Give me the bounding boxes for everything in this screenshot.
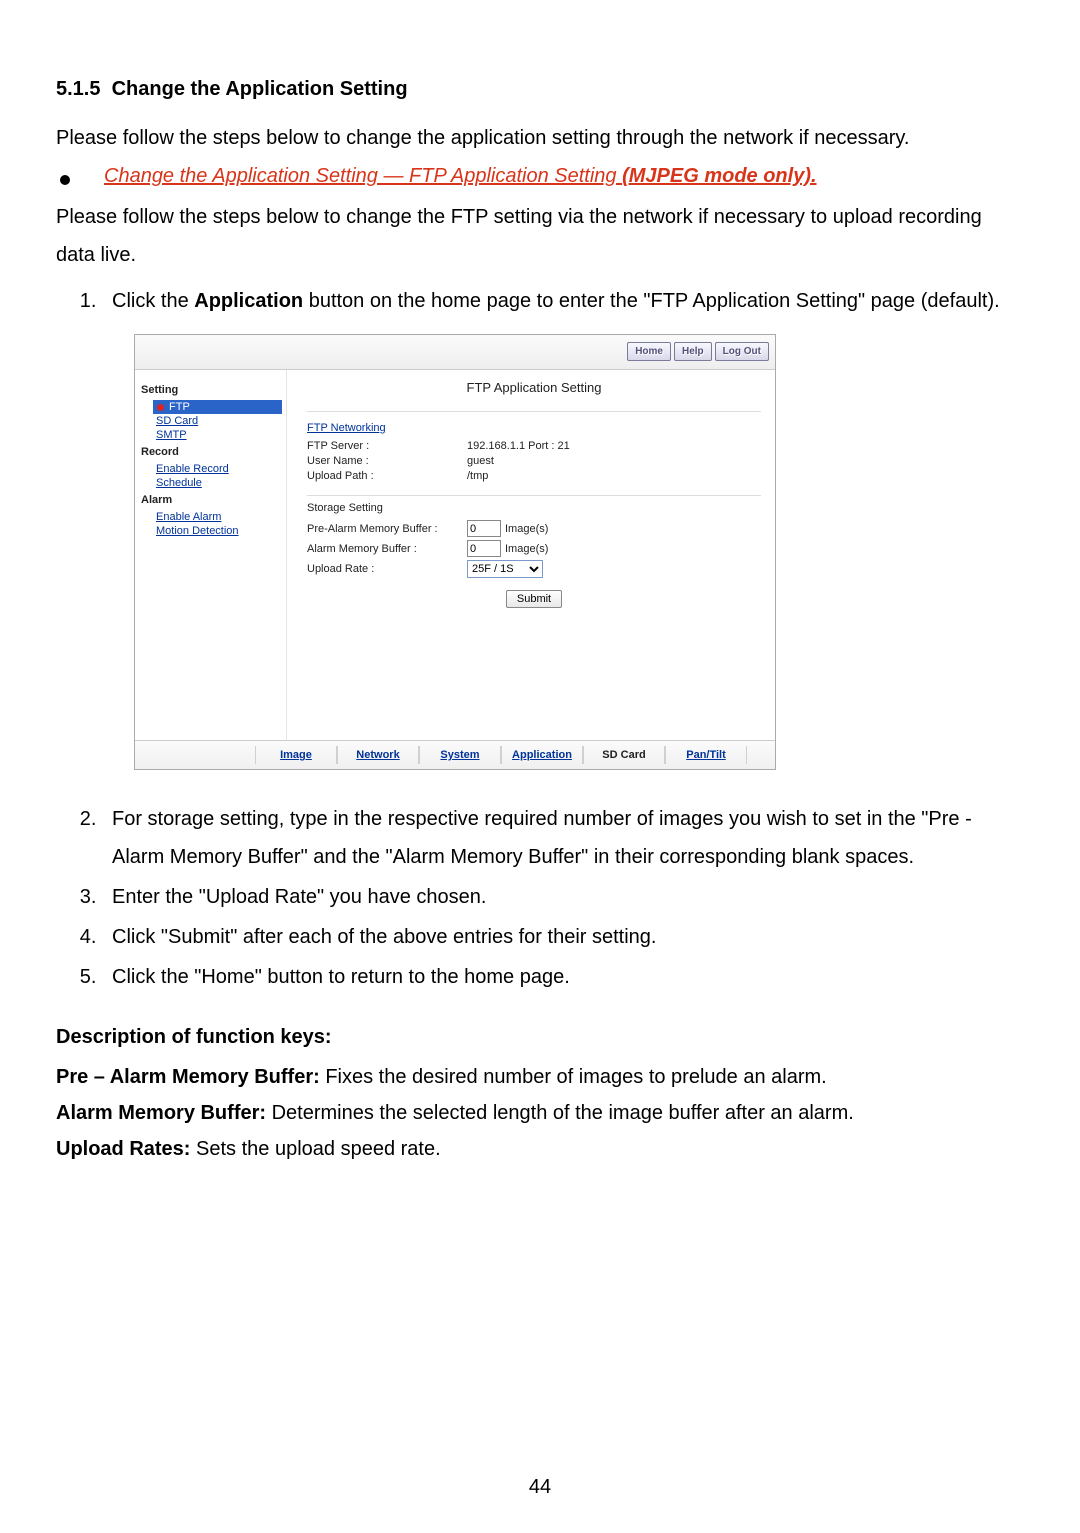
- steps-list-continued: For storage setting, type in the respect…: [56, 800, 1024, 996]
- bottomnav-application[interactable]: Application: [501, 746, 583, 764]
- alarm-unit: Image(s): [505, 543, 548, 555]
- sub-bullet-bold: (MJPEG mode only).: [622, 165, 816, 187]
- ftp-server-label: FTP Server :: [307, 440, 467, 452]
- body-area: Setting FTP SD Card SMTP Record Enable R…: [135, 370, 775, 740]
- ftp-settings-screenshot: Home Help Log Out Setting FTP SD Card SM…: [134, 334, 776, 770]
- logout-button[interactable]: Log Out: [715, 342, 769, 361]
- ftp-networking-heading[interactable]: FTP Networking: [307, 422, 761, 434]
- def-alarm: Alarm Memory Buffer: Determines the sele…: [56, 1095, 1024, 1131]
- def-upload-text: Sets the upload speed rate.: [190, 1138, 440, 1160]
- step-2: For storage setting, type in the respect…: [102, 800, 1024, 876]
- def-prealarm: Pre – Alarm Memory Buffer: Fixes the des…: [56, 1059, 1024, 1095]
- step1-app-word: Application: [194, 290, 303, 312]
- storage-setting-section: Storage Setting Pre-Alarm Memory Buffer …: [307, 502, 761, 608]
- step1-a: Click the: [112, 290, 194, 312]
- manual-page: 5.1.5 Change the Application Setting Ple…: [0, 0, 1080, 1533]
- sidebar-item-sdcard[interactable]: SD Card: [153, 414, 282, 428]
- bullet-icon: [60, 175, 70, 185]
- bottomnav-pantilt[interactable]: Pan/Tilt: [665, 746, 747, 764]
- sub-intro-paragraph: Please follow the steps below to change …: [56, 198, 1024, 274]
- section-number: 5.1.5: [56, 78, 100, 100]
- sidebar-group-alarm: Alarm: [141, 494, 282, 506]
- username-row: User Name : guest: [307, 455, 761, 467]
- bottomnav-sdcard[interactable]: SD Card: [583, 746, 665, 764]
- section-title: Change the Application Setting: [112, 78, 408, 100]
- page-number: 44: [0, 1476, 1080, 1499]
- step1-b: button on the home page to enter the "FT…: [303, 290, 1000, 312]
- def-alarm-term: Alarm Memory Buffer:: [56, 1102, 266, 1124]
- steps-list-top: Click the Application button on the home…: [56, 282, 1024, 320]
- sidebar-group-setting: Setting: [141, 384, 282, 396]
- prealarm-row: Pre-Alarm Memory Buffer : Image(s): [307, 520, 761, 537]
- prealarm-input[interactable]: [467, 520, 501, 537]
- bottomnav-system[interactable]: System: [419, 746, 501, 764]
- sidebar-item-enable-alarm[interactable]: Enable Alarm: [153, 510, 282, 524]
- content-title: FTP Application Setting: [307, 380, 761, 395]
- def-upload-rates: Upload Rates: Sets the upload speed rate…: [56, 1131, 1024, 1167]
- function-keys-heading: Description of function keys:: [56, 1026, 1024, 1049]
- home-button[interactable]: Home: [627, 342, 671, 361]
- storage-setting-heading: Storage Setting: [307, 502, 761, 514]
- def-prealarm-text: Fixes the desired number of images to pr…: [320, 1066, 827, 1088]
- step-5: Click the "Home" button to return to the…: [102, 958, 1024, 996]
- top-bar: Home Help Log Out: [135, 335, 775, 370]
- intro-paragraph: Please follow the steps below to change …: [56, 119, 1024, 157]
- sidebar: Setting FTP SD Card SMTP Record Enable R…: [135, 370, 287, 740]
- sidebar-group-record: Record: [141, 446, 282, 458]
- submit-row: Submit: [307, 590, 761, 608]
- step-4: Click "Submit" after each of the above e…: [102, 918, 1024, 956]
- ftp-server-row: FTP Server : 192.168.1.1 Port : 21: [307, 440, 761, 452]
- section-heading: 5.1.5 Change the Application Setting: [56, 78, 1024, 101]
- sidebar-item-motion-detection[interactable]: Motion Detection: [153, 524, 282, 538]
- bottom-nav: Image Network System Application SD Card…: [135, 740, 775, 769]
- bottomnav-network[interactable]: Network: [337, 746, 419, 764]
- upload-rate-select[interactable]: 25F / 1S: [467, 560, 543, 578]
- username-value: guest: [467, 455, 494, 467]
- upload-path-row: Upload Path : /tmp: [307, 470, 761, 482]
- alarm-label: Alarm Memory Buffer :: [307, 543, 467, 555]
- def-prealarm-term: Pre – Alarm Memory Buffer:: [56, 1066, 320, 1088]
- sidebar-item-enable-record[interactable]: Enable Record: [153, 462, 282, 476]
- upload-rate-label: Upload Rate :: [307, 563, 467, 575]
- username-label: User Name :: [307, 455, 467, 467]
- step-1: Click the Application button on the home…: [102, 282, 1024, 320]
- sidebar-item-schedule[interactable]: Schedule: [153, 476, 282, 490]
- sidebar-item-ftp[interactable]: FTP: [153, 400, 282, 414]
- top-buttons: Home Help Log Out: [627, 342, 769, 361]
- sidebar-item-smtp[interactable]: SMTP: [153, 428, 282, 442]
- def-upload-term: Upload Rates:: [56, 1138, 190, 1160]
- prealarm-unit: Image(s): [505, 523, 548, 535]
- ftp-server-value: 192.168.1.1 Port : 21: [467, 440, 570, 452]
- sub-bullet-text: Change the Application Setting — FTP App…: [104, 165, 817, 188]
- sub-bullet-prefix: Change the Application Setting — FTP App…: [104, 165, 622, 187]
- upload-path-value: /tmp: [467, 470, 488, 482]
- def-alarm-text: Determines the selected length of the im…: [266, 1102, 854, 1124]
- upload-rate-row: Upload Rate : 25F / 1S: [307, 560, 761, 578]
- alarm-row: Alarm Memory Buffer : Image(s): [307, 540, 761, 557]
- step-3: Enter the "Upload Rate" you have chosen.: [102, 878, 1024, 916]
- prealarm-label: Pre-Alarm Memory Buffer :: [307, 523, 467, 535]
- content-area: FTP Application Setting FTP Networking F…: [287, 370, 775, 740]
- alarm-input[interactable]: [467, 540, 501, 557]
- bottomnav-image[interactable]: Image: [255, 746, 337, 764]
- submit-button[interactable]: Submit: [506, 590, 562, 608]
- upload-path-label: Upload Path :: [307, 470, 467, 482]
- help-button[interactable]: Help: [674, 342, 712, 361]
- ftp-networking-section: FTP Networking FTP Server : 192.168.1.1 …: [307, 411, 761, 496]
- sub-bullet: Change the Application Setting — FTP App…: [56, 165, 1024, 188]
